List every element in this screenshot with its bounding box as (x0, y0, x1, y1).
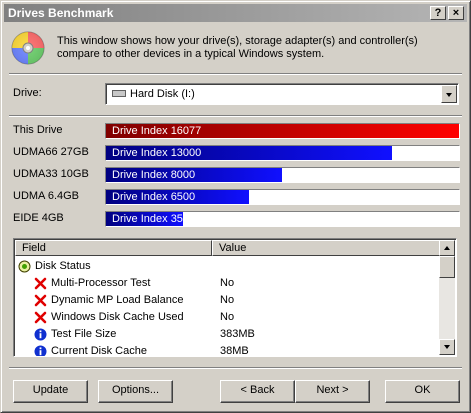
drive-select-value: Hard Disk (I:) (130, 88, 195, 100)
window-title: Drives Benchmark (8, 6, 114, 20)
benchmark-row: UDMA33 10GB Drive Index 8000 (13, 167, 463, 183)
column-header-field[interactable]: Field (15, 240, 212, 256)
chevron-down-icon (446, 93, 452, 97)
benchmark-index-text: Drive Index 6500 (112, 191, 196, 203)
benchmark-index-text: Drive Index 13000 (112, 147, 202, 159)
list-row[interactable]: Current Disk Cache 38MB (16, 343, 440, 357)
list-row[interactable]: Disk Status (16, 258, 440, 274)
row-value: No (220, 277, 235, 289)
header-description: This window shows how your drive(s), sto… (57, 35, 418, 60)
row-field: Multi-Processor Test (51, 277, 151, 289)
column-header-value[interactable]: Value (212, 240, 441, 256)
benchmark-label: UDMA 6.4GB (13, 190, 80, 202)
list-row[interactable]: Multi-Processor Test No (16, 275, 440, 291)
divider (9, 367, 462, 369)
scroll-up-button[interactable] (439, 240, 455, 256)
drive-label: Drive: (13, 87, 42, 99)
benchmark-label: UDMA33 10GB (13, 168, 89, 180)
benchmark-index-text: Drive Index 16077 (112, 125, 202, 137)
divider (9, 73, 462, 75)
row-field: Disk Status (35, 260, 91, 272)
row-field: Test File Size (51, 328, 117, 340)
drive-select[interactable]: Hard Disk (I:) (105, 83, 459, 105)
back-button[interactable]: < Back (220, 380, 295, 403)
row-value: 38MB (220, 345, 249, 357)
arrow-down-icon (444, 345, 450, 349)
help-button[interactable]: ? (430, 6, 446, 20)
scroll-thumb[interactable] (439, 256, 455, 278)
row-field: Windows Disk Cache Used (51, 311, 184, 323)
list-row[interactable]: Dynamic MP Load Balance No (16, 292, 440, 308)
benchmark-label: EIDE 4GB (13, 212, 64, 224)
red-x-icon (34, 294, 47, 307)
benchmark-row: UDMA66 27GB Drive Index 13000 (13, 145, 463, 161)
row-field: Current Disk Cache (51, 345, 147, 357)
row-value: No (220, 294, 235, 306)
row-field: Dynamic MP Load Balance (51, 294, 184, 306)
benchmark-bar-track: Drive Index 8000 (105, 167, 460, 183)
benchmark-row: EIDE 4GB Drive Index 3500 (13, 211, 463, 227)
divider (9, 115, 462, 117)
row-value: 383MB (220, 328, 255, 340)
scroll-down-button[interactable] (439, 339, 455, 355)
options-button[interactable]: Options... (98, 380, 173, 403)
benchmark-label: UDMA66 27GB (13, 146, 89, 158)
benchmark-bar-track: Drive Index 6500 (105, 189, 460, 205)
arrow-up-icon (444, 246, 450, 250)
list-row[interactable]: Windows Disk Cache Used No (16, 309, 440, 325)
status-circle-icon (18, 260, 31, 273)
red-x-icon (34, 277, 47, 290)
benchmark-index-text: Drive Index 3500 (112, 213, 196, 225)
details-list[interactable]: Field Value Disk Status Multi-Processor T… (13, 238, 457, 357)
hard-disk-icon (112, 90, 126, 97)
cd-disc-icon (11, 31, 45, 65)
dropdown-button[interactable] (441, 85, 457, 103)
next-button[interactable]: Next > (295, 380, 370, 403)
benchmark-bar-track: Drive Index 13000 (105, 145, 460, 161)
drives-benchmark-window: Drives Benchmark ? × This window shows h… (0, 0, 471, 413)
benchmark-index-text: Drive Index 8000 (112, 169, 196, 181)
benchmark-label: This Drive (13, 124, 63, 136)
red-x-icon (34, 311, 47, 324)
benchmark-row: UDMA 6.4GB Drive Index 6500 (13, 189, 463, 205)
update-button[interactable]: Update (13, 380, 88, 403)
list-header: Field Value (15, 240, 441, 256)
title-bar[interactable]: Drives Benchmark ? × (4, 4, 467, 22)
benchmark-bar-track: Drive Index 16077 (105, 123, 460, 139)
benchmark-row: This Drive Drive Index 16077 (13, 123, 463, 139)
info-icon (34, 345, 47, 356)
benchmark-bar-track: Drive Index 3500 (105, 211, 460, 227)
close-button[interactable]: × (448, 6, 464, 20)
row-value: No (220, 311, 235, 323)
list-row[interactable]: Test File Size 383MB (16, 326, 440, 342)
ok-button[interactable]: OK (385, 380, 460, 403)
vertical-scrollbar[interactable] (439, 240, 455, 355)
info-icon (34, 328, 47, 341)
